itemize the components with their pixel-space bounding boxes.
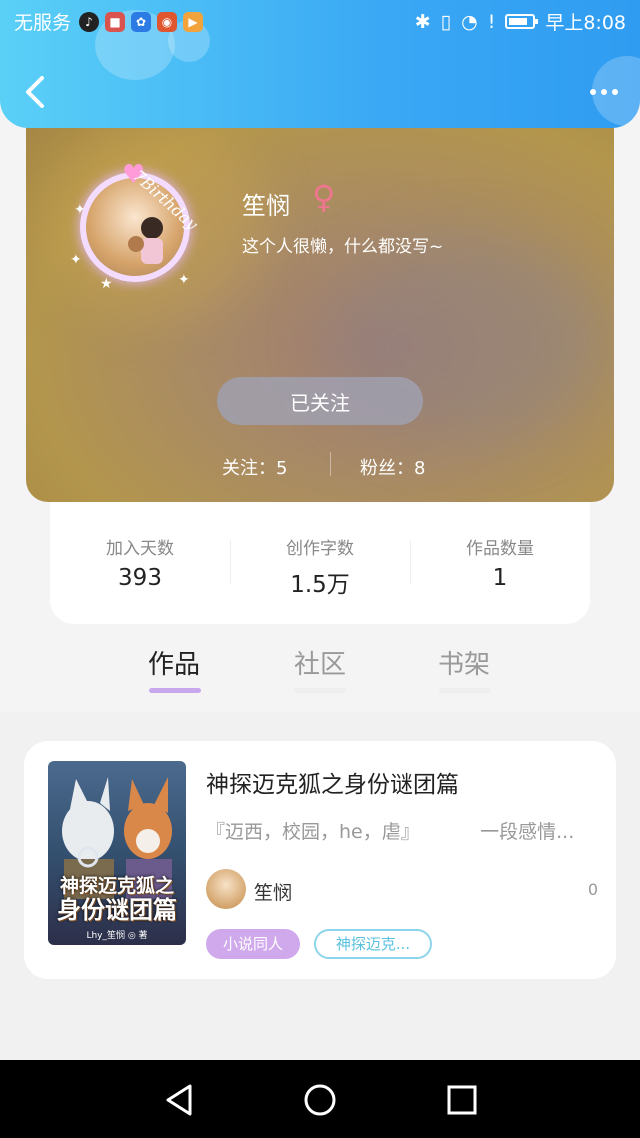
more-dot-icon xyxy=(612,89,618,95)
stat-value: 1.5万 xyxy=(290,572,350,598)
star-icon: ✦ xyxy=(74,202,86,218)
author-name[interactable]: 笙悯 xyxy=(254,878,292,905)
tab-bar: 作品 社区 书架 xyxy=(0,640,640,710)
stats-card: 加入天数 393 创作字数 1.5万 作品数量 1 xyxy=(50,490,590,624)
alert-icon: ! xyxy=(487,10,496,33)
stat-value: 393 xyxy=(118,565,162,591)
nav-recents-icon[interactable] xyxy=(442,1080,482,1120)
battery-icon xyxy=(505,14,539,29)
work-count: 0 xyxy=(587,880,598,899)
stat-join-days: 加入天数 393 xyxy=(50,534,230,591)
nav-home-icon[interactable] xyxy=(300,1080,340,1120)
avatar[interactable]: ♥ 7Birthday ✦ ✦ ★ ✦ xyxy=(70,160,202,292)
tab-bookshelf-underline xyxy=(439,688,491,693)
profile-banner: ♥ 7Birthday ✦ ✦ ★ ✦ 笙悯 ♀ 这个人很懒，什么都没写~ 已关… xyxy=(26,100,614,502)
author-avatar[interactable] xyxy=(206,869,246,909)
bio-text: 这个人很懒，什么都没写~ xyxy=(242,237,444,257)
top-header: 无服务 ♪ ■ ✿ ◉ ▶ ✱ ▯ ◔ ! 早上8:08 xyxy=(0,0,640,128)
tag-fandom[interactable]: 神探迈克... xyxy=(314,929,432,959)
fans-count[interactable]: 粉丝：8 xyxy=(360,454,425,480)
work-description: 『迈西，校园，he，虐』 一段感情... xyxy=(206,821,575,843)
more-dot-icon xyxy=(590,89,596,95)
star-icon: ★ xyxy=(100,276,113,292)
weibo-icon: ◉ xyxy=(157,11,178,32)
work-card[interactable]: 神探迈克狐之 身份谜团篇 Lhy_笙悯 ◎ 著 神探迈克狐之身份谜团篇 『迈西，… xyxy=(24,741,616,979)
video-icon: ▶ xyxy=(183,11,204,32)
cover-title-line: 神探迈克狐之 xyxy=(59,875,174,897)
cover-author: Lhy_笙悯 ◎ 著 xyxy=(86,931,148,941)
more-dot-icon xyxy=(601,89,607,95)
nav-back-icon[interactable] xyxy=(160,1080,200,1120)
back-button[interactable] xyxy=(20,72,50,112)
tab-works[interactable]: 作品 xyxy=(124,644,224,681)
book-cover[interactable]: 神探迈克狐之 身份谜团篇 Lhy_笙悯 ◎ 著 xyxy=(48,761,186,945)
follow-button[interactable]: 已关注 xyxy=(217,377,423,425)
more-button[interactable] xyxy=(586,78,622,106)
star-icon: ✦ xyxy=(70,252,82,268)
cover-title: 神探迈克狐之 身份谜团篇 xyxy=(48,875,186,924)
system-nav-bar xyxy=(0,1060,640,1138)
app-red-icon: ■ xyxy=(105,11,126,32)
stat-label: 作品数量 xyxy=(466,539,534,559)
vibrate-icon: ▯ xyxy=(440,10,452,33)
avatar-figure-image xyxy=(128,217,163,264)
stat-work-count: 作品数量 1 xyxy=(410,534,590,591)
work-title[interactable]: 神探迈克狐之身份谜团篇 xyxy=(206,765,459,799)
baidu-icon: ✿ xyxy=(131,11,152,32)
tab-bookshelf[interactable]: 书架 xyxy=(414,644,514,681)
stat-label: 加入天数 xyxy=(106,539,174,559)
carrier-text: 无服务 xyxy=(14,12,72,34)
nickname: 笙悯 xyxy=(242,192,290,220)
female-icon: ♀ xyxy=(312,178,336,216)
bluetooth-icon: ✱ xyxy=(414,10,431,33)
stat-value: 1 xyxy=(492,565,508,591)
tag-category[interactable]: 小说同人 xyxy=(206,929,300,959)
stat-label: 创作字数 xyxy=(286,539,354,559)
wifi-icon: ◔ xyxy=(461,10,478,33)
tab-community-underline xyxy=(294,688,346,693)
tab-works-underline xyxy=(149,688,201,693)
stat-word-count: 创作字数 1.5万 xyxy=(230,534,410,599)
chevron-left-icon xyxy=(26,76,44,108)
cover-title-line: 身份谜团篇 xyxy=(57,896,177,924)
follow-divider xyxy=(330,452,331,476)
tab-community[interactable]: 社区 xyxy=(270,644,370,681)
status-bar: 无服务 ♪ ■ ✿ ◉ ▶ ✱ ▯ ◔ ! 早上8:08 xyxy=(0,0,640,44)
clock: 早上8:08 xyxy=(545,12,626,34)
tiktok-icon: ♪ xyxy=(79,11,100,32)
star-icon: ✦ xyxy=(178,272,190,288)
following-count[interactable]: 关注：5 xyxy=(222,454,287,480)
